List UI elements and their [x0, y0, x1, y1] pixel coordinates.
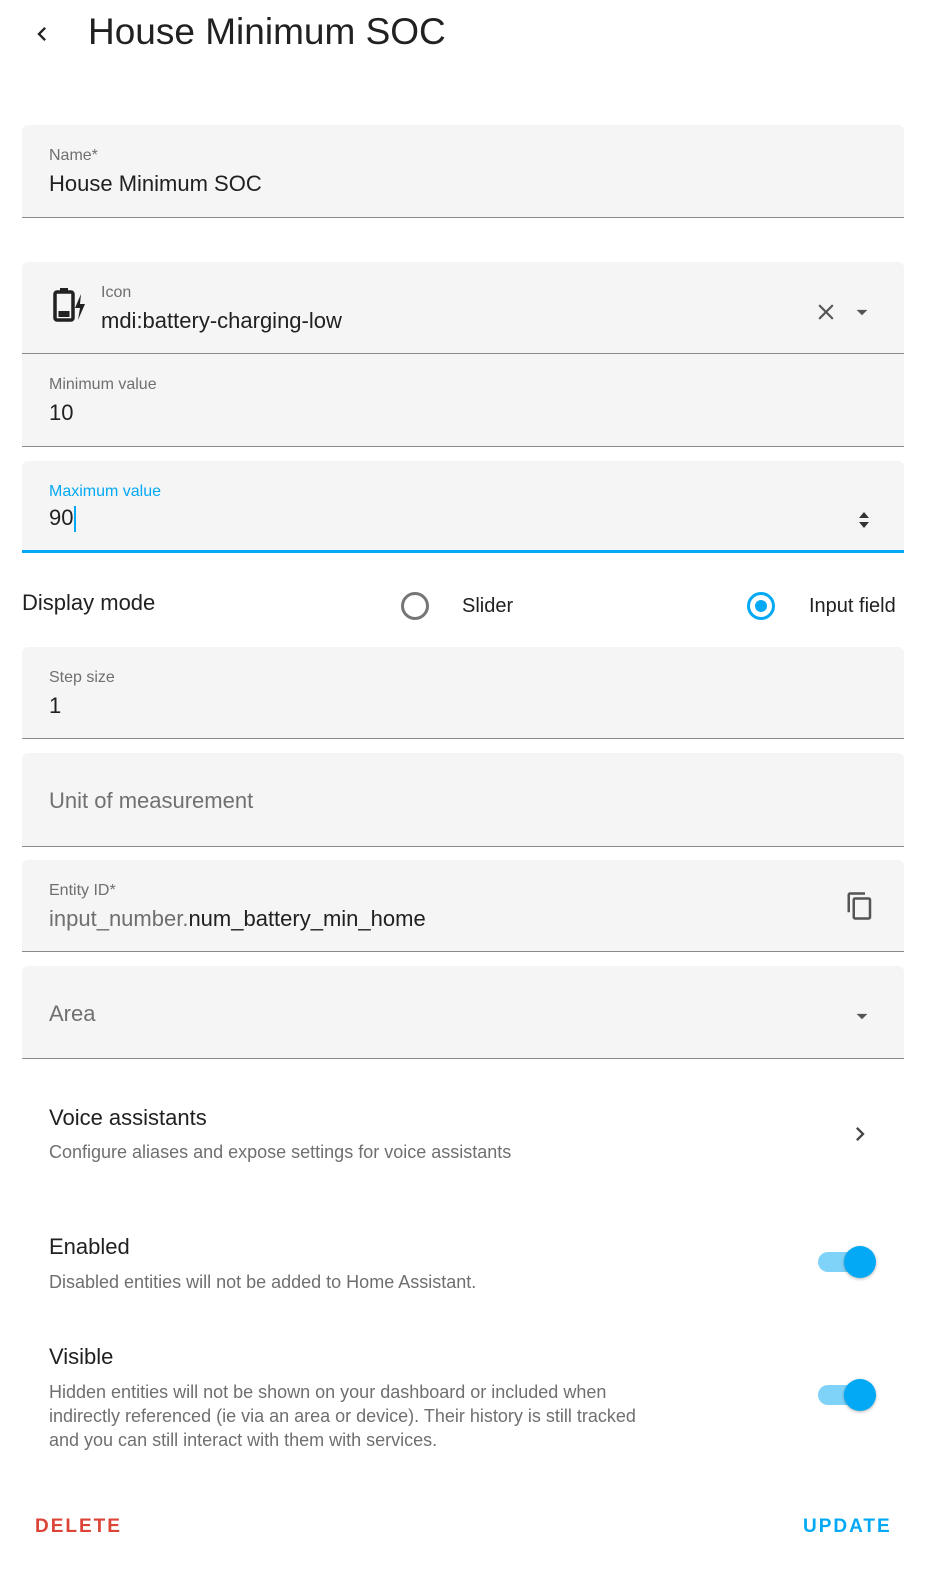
enabled-title: Enabled: [49, 1234, 130, 1259]
area-placeholder: Area: [49, 1001, 96, 1026]
visible-subtitle: Hidden entities will not be shown on you…: [49, 1380, 809, 1452]
maximum-value-label: Maximum value: [49, 483, 162, 500]
content-copy-icon: [847, 892, 872, 920]
close-icon: [818, 304, 834, 320]
entity-id-label: Entity ID*: [49, 882, 116, 899]
minimum-value-field[interactable]: Minimum value 10: [22, 354, 904, 447]
maximum-value-field[interactable]: Maximum value 90: [22, 461, 904, 553]
step-size-field[interactable]: Step size 1: [22, 647, 904, 739]
display-mode-label: Display mode: [22, 590, 156, 615]
menu-down-icon: [856, 309, 868, 316]
spin-arrows-icon: [859, 512, 869, 528]
entity-id-prefix: input_number.: [49, 906, 189, 931]
input-field-radio[interactable]: [747, 592, 775, 620]
unit-of-measurement-field[interactable]: Unit of measurement: [22, 753, 904, 847]
chevron-right-icon: [856, 1127, 865, 1141]
entity-id-input[interactable]: input_number.num_battery_min_home: [49, 906, 426, 932]
switch-thumb: [844, 1379, 876, 1411]
enabled-toggle[interactable]: [818, 1242, 878, 1282]
input-field-radio-label[interactable]: Input field: [809, 595, 896, 618]
area-dropdown-button[interactable]: [844, 998, 880, 1034]
maximum-value-input[interactable]: 90: [49, 505, 77, 533]
text-caret: [74, 506, 77, 533]
slider-radio[interactable]: [401, 592, 429, 620]
entity-id-value: num_battery_min_home: [188, 906, 426, 931]
update-button[interactable]: UPDATE: [803, 1516, 892, 1538]
enabled-subtitle: Disabled entities will not be added to H…: [49, 1272, 477, 1292]
switch-thumb: [844, 1246, 876, 1278]
unit-of-measurement-placeholder[interactable]: Unit of measurement: [49, 788, 253, 814]
voice-assistants-title: Voice assistants: [49, 1105, 207, 1130]
icon-label: Icon: [101, 284, 132, 301]
step-size-input[interactable]: 1: [49, 693, 61, 719]
visible-toggle[interactable]: [818, 1375, 878, 1415]
name-field[interactable]: Name* House Minimum SOC: [22, 125, 904, 218]
icon-dropdown-button[interactable]: [844, 294, 880, 330]
voice-assistants-row[interactable]: Voice assistants Configure aliases and e…: [22, 1090, 904, 1180]
copy-entity-id-button[interactable]: [840, 886, 880, 926]
clear-icon-button[interactable]: [808, 294, 844, 330]
icon-value[interactable]: mdi:battery-charging-low: [101, 308, 342, 334]
minimum-value-input[interactable]: 10: [49, 400, 73, 426]
back-button[interactable]: [22, 14, 62, 54]
visible-subtitle-line: Hidden entities will not be shown on you…: [49, 1382, 607, 1402]
chevron-left-icon: [37, 27, 46, 41]
menu-down-icon: [856, 1013, 868, 1020]
radio-selected-dot: [755, 600, 767, 612]
minimum-value-label: Minimum value: [49, 376, 157, 393]
step-size-label: Step size: [49, 669, 115, 686]
maximum-value-text: 90: [49, 505, 74, 530]
battery-charging-low-icon: [53, 288, 85, 322]
name-value[interactable]: House Minimum SOC: [49, 171, 262, 197]
visible-title: Visible: [49, 1344, 114, 1369]
icon-picker-field[interactable]: Icon mdi:battery-charging-low: [22, 262, 904, 354]
visible-subtitle-line: and you can still interact with them wit…: [49, 1430, 438, 1450]
page-title: House Minimum SOC: [88, 11, 446, 52]
voice-assistants-subtitle: Configure aliases and expose settings fo…: [49, 1142, 512, 1162]
visible-subtitle-line: indirectly referenced (ie via an area or…: [49, 1406, 636, 1426]
slider-radio-label[interactable]: Slider: [462, 595, 513, 618]
area-select[interactable]: Area: [22, 966, 904, 1059]
name-label: Name*: [49, 147, 98, 164]
entity-id-field[interactable]: Entity ID* input_number.num_battery_min_…: [22, 860, 904, 952]
number-spinner[interactable]: [852, 506, 876, 534]
delete-button[interactable]: DELETE: [35, 1516, 122, 1538]
